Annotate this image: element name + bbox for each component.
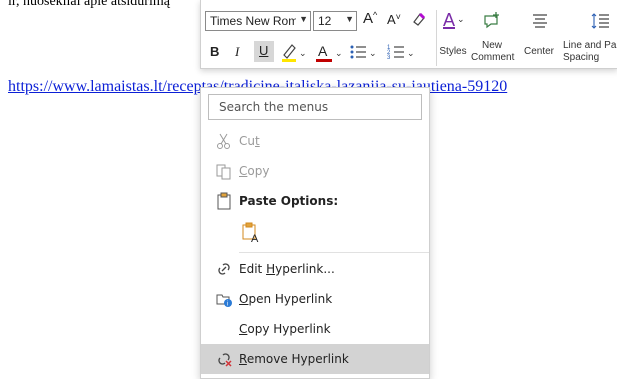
- chevron-down-icon: ▼: [299, 14, 308, 24]
- center-label: Center: [523, 46, 554, 57]
- bullets-icon: ⌄: [350, 45, 377, 59]
- shrink-font-button[interactable]: A˅: [387, 12, 401, 27]
- eraser-icon: [413, 12, 426, 26]
- clear-formatting-button[interactable]: [411, 10, 429, 33]
- styles-label: Styles: [439, 46, 467, 57]
- highlight-color-button[interactable]: ⌄: [280, 41, 308, 68]
- svg-text:⌄: ⌄: [299, 48, 307, 58]
- link-icon: [218, 263, 230, 275]
- underline-button[interactable]: U: [254, 41, 274, 62]
- menu-item-remove-hyperlink[interactable]: Remove Hyperlink: [201, 344, 429, 374]
- numbering-icon: 1 2 3 ⌄: [387, 45, 415, 61]
- line-paragraph-spacing-label: Line and Paragraph Spacing: [563, 40, 617, 63]
- menu-item-edit-hyperlink[interactable]: Edit Hyperlink...: [201, 254, 429, 284]
- copy-icon: [216, 164, 231, 180]
- underline-icon: U: [259, 43, 269, 58]
- paste-text-only-icon: A: [242, 222, 259, 243]
- svg-text:⌄: ⌄: [407, 48, 415, 58]
- clipboard-icon: [217, 192, 231, 210]
- font-color-button[interactable]: A ⌄: [314, 41, 344, 68]
- mini-toolbar: Times New Roman ▼ 12 ▼ A^ A˅ A ⌄ Styles …: [200, 0, 617, 69]
- line-paragraph-spacing-button[interactable]: Line and Paragraph Spacing: [561, 8, 617, 66]
- font-size-value: 12: [318, 14, 332, 28]
- svg-text:A: A: [251, 233, 259, 243]
- font-name-value: Times New Roman: [210, 14, 296, 28]
- svg-text:A: A: [318, 43, 328, 59]
- menu-item-copy[interactable]: Copy: [201, 156, 429, 186]
- center-button[interactable]: Center: [519, 8, 559, 66]
- remove-link-icon: [218, 353, 232, 367]
- paste-keep-text-only-option[interactable]: A: [201, 216, 429, 250]
- search-menus-input[interactable]: Search the menus: [208, 94, 422, 120]
- align-center-icon: [533, 14, 547, 28]
- menu-item-label: Paste Options:: [239, 194, 339, 208]
- bullets-button[interactable]: ⌄: [348, 41, 378, 68]
- bold-button[interactable]: B: [210, 44, 219, 59]
- menu-item-label: Copy Hyperlink: [239, 322, 331, 336]
- menu-separator: [239, 252, 429, 253]
- styles-icon: A ⌄: [443, 10, 465, 30]
- open-folder-link-icon: i: [216, 294, 232, 308]
- new-comment-icon: [484, 12, 499, 29]
- scissors-icon: [217, 133, 230, 149]
- font-size-combobox[interactable]: 12 ▼: [313, 11, 357, 31]
- menu-item-open-hyperlink[interactable]: i Open Hyperlink: [201, 284, 429, 314]
- grow-font-button[interactable]: A^: [363, 10, 377, 27]
- menu-item-label: Copy: [239, 164, 270, 178]
- menu-item-label: Open Hyperlink: [239, 292, 333, 306]
- new-comment-label: New Comment: [471, 40, 515, 63]
- font-color-icon: A ⌄: [316, 43, 343, 62]
- menu-item-copy-hyperlink[interactable]: Copy Hyperlink: [201, 314, 429, 344]
- menu-item-paste-options: Paste Options:: [201, 186, 429, 216]
- document-top-text: ir, nuosekliai apie atsidurimą: [8, 0, 170, 9]
- font-name-combobox[interactable]: Times New Roman ▼: [205, 11, 311, 31]
- menu-item-label: Edit Hyperlink...: [239, 262, 335, 276]
- svg-text:⌄: ⌄: [457, 14, 465, 24]
- line-spacing-icon: [591, 13, 609, 29]
- new-comment-button[interactable]: New Comment: [471, 8, 515, 66]
- menu-item-label: Remove Hyperlink: [239, 352, 349, 366]
- chevron-down-icon: ▼: [345, 14, 354, 24]
- context-menu: Search the menus Cut Copy Paste Options:…: [200, 87, 430, 379]
- highlighter-icon: ⌄: [282, 44, 307, 62]
- svg-text:⌄: ⌄: [335, 48, 343, 58]
- numbering-button[interactable]: 1 2 3 ⌄: [386, 41, 416, 68]
- svg-text:⌄: ⌄: [369, 48, 377, 58]
- italic-button[interactable]: I: [235, 44, 239, 60]
- menu-item-cut[interactable]: Cut: [201, 126, 429, 156]
- styles-button[interactable]: A ⌄ Styles: [438, 8, 468, 66]
- menu-item-label: Cut: [239, 134, 260, 148]
- svg-text:3: 3: [387, 55, 391, 61]
